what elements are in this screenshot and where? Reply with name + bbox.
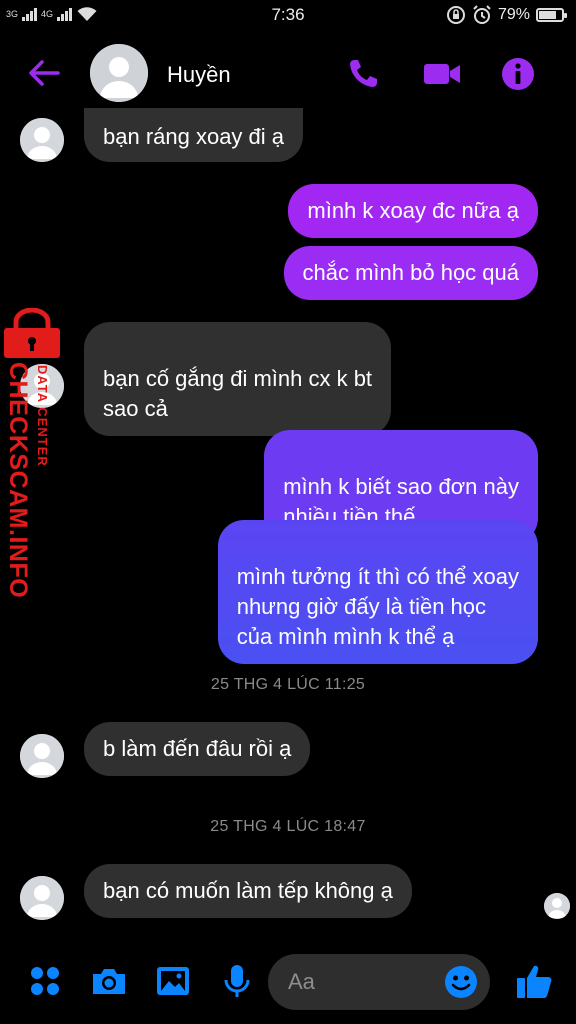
phone-icon[interactable] (345, 56, 381, 92)
contact-name[interactable]: Huyền (167, 62, 231, 88)
battery-icon (536, 8, 567, 22)
status-right: 79% (446, 5, 567, 25)
info-icon[interactable] (500, 56, 536, 92)
image-icon[interactable] (154, 962, 192, 1000)
status-bar: 3G 4G 7:36 79% (0, 0, 576, 30)
message-text: chắc mình bỏ học quá (302, 260, 519, 285)
message-bubble-incoming[interactable]: bạn cố gắng đi mình cx k bt sao cả (84, 322, 392, 436)
sender-avatar[interactable] (20, 876, 64, 920)
sender-avatar[interactable] (20, 734, 64, 778)
message-text: mình k xoay đc nữa ạ (307, 198, 519, 223)
thumbs-up-icon[interactable] (514, 962, 554, 1002)
camera-icon[interactable] (90, 962, 128, 1000)
arrow-left-icon[interactable] (24, 58, 64, 88)
message-bubble-incoming[interactable]: bạn ráng xoay đi ạ (84, 108, 304, 162)
sender-avatar[interactable] (20, 118, 64, 162)
video-camera-icon[interactable] (422, 56, 462, 92)
timestamp-divider: 25 THG 4 LÚC 11:25 (210, 676, 366, 693)
message-input-placeholder: Aa (288, 969, 315, 994)
grid-icon[interactable] (26, 962, 64, 1000)
watermark-lock-icon (4, 308, 60, 358)
message-bubble-outgoing[interactable]: chắc mình bỏ học quá (283, 246, 538, 300)
smiley-icon[interactable] (444, 965, 478, 999)
watermark-title: CHECKSCAM.INFO (4, 362, 32, 599)
chat-header: Huyền (0, 38, 576, 110)
message-bubble-outgoing[interactable]: mình tưởng ít thì có thể xoay nhưng giờ … (217, 520, 538, 664)
message-text: mình tưởng ít thì có thể xoay nhưng giờ … (236, 564, 519, 649)
message-bubble-outgoing[interactable]: mình k xoay đc nữa ạ (288, 184, 538, 238)
composer-bar: Aa (0, 950, 576, 1016)
battery-percent: 79% (497, 6, 530, 23)
message-bubble-incoming[interactable]: bạn có muốn làm tếp không ạ (84, 864, 412, 918)
contact-avatar[interactable] (90, 44, 148, 102)
timestamp-divider: 25 THG 4 LÚC 18:47 (210, 818, 366, 835)
microphone-icon[interactable] (218, 962, 256, 1000)
message-text: bạn cố gắng đi mình cx k bt sao cả (103, 366, 373, 421)
message-bubble-incoming[interactable]: b làm đến đâu rồi ạ (84, 722, 311, 776)
lock-rotation-icon (446, 6, 465, 24)
alarm-icon (473, 5, 491, 24)
message-text: bạn có muốn làm tếp không ạ (103, 878, 393, 903)
seen-indicator-avatar (544, 893, 570, 919)
message-input[interactable]: Aa (268, 954, 490, 1010)
message-text: bạn ráng xoay đi ạ (103, 124, 285, 149)
watermark-subtitle: DATA CENTER (35, 365, 50, 467)
message-text: b làm đến đâu rồi ạ (103, 736, 292, 761)
